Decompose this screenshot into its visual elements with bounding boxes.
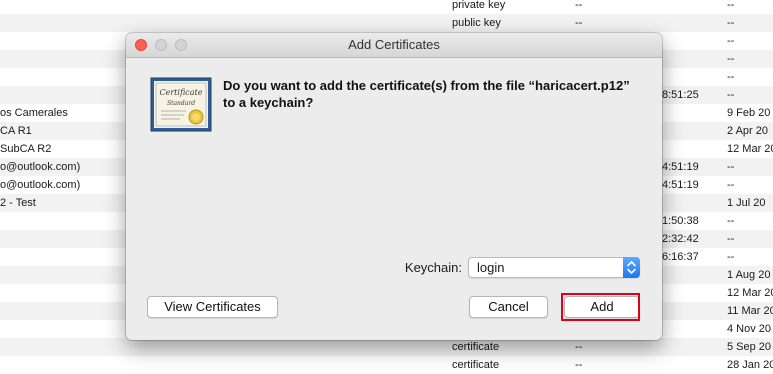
keychain-list-row[interactable]: private key -- -- xyxy=(0,0,773,14)
keychain-list-row[interactable]: public key -- -- xyxy=(0,14,773,32)
row-expires: -- xyxy=(727,161,735,173)
row-kind: public key xyxy=(452,17,501,29)
svg-text:Certificate: Certificate xyxy=(160,88,203,97)
row-time: 6:16:37 xyxy=(662,251,699,263)
row-expires: -- xyxy=(727,251,735,263)
row-name: SubCA R2 xyxy=(0,143,52,155)
row-expires: -- xyxy=(727,89,735,101)
row-expires: 12 Mar 20 xyxy=(727,287,773,299)
row-expires: -- xyxy=(727,17,735,29)
certificate-icon: Certificate Standard xyxy=(150,77,212,132)
row-expires: 9 Feb 20 xyxy=(727,107,771,119)
dialog-titlebar: Add Certificates xyxy=(126,33,662,58)
add-certificates-dialog: Add Certificates Certificate Standard Do… xyxy=(126,33,662,340)
row-expires: -- xyxy=(727,35,735,47)
keychain-selected-value: login xyxy=(477,260,505,275)
row-expires: -- xyxy=(727,233,735,245)
row-expires: 1 Aug 20 xyxy=(727,269,771,281)
row-expires: 12 Mar 20 xyxy=(727,143,773,155)
keychain-label: Keychain: xyxy=(404,260,462,275)
row-modified: -- xyxy=(575,341,583,353)
row-kind: certificate xyxy=(452,359,500,371)
row-modified: -- xyxy=(575,17,583,29)
row-name: o@outlook.com) xyxy=(0,161,81,173)
row-expires: 1 Jul 20 xyxy=(727,197,766,209)
dialog-question-text: Do you want to add the certificate(s) fr… xyxy=(223,78,630,110)
row-time: 8:51:25 xyxy=(662,89,699,101)
row-kind: certificate xyxy=(452,341,500,353)
row-time: 4:51:19 xyxy=(662,161,699,173)
row-expires: -- xyxy=(727,71,735,83)
row-expires: 2 Apr 20 xyxy=(727,125,768,137)
svg-text:Standard: Standard xyxy=(167,100,195,107)
row-expires: -- xyxy=(727,215,735,227)
view-certificates-button[interactable]: View Certificates xyxy=(147,296,278,318)
row-modified: -- xyxy=(575,0,583,11)
keychain-list-row[interactable]: certificate -- 5 Sep 20 xyxy=(0,338,773,356)
row-kind: private key xyxy=(452,0,506,11)
row-expires: -- xyxy=(727,0,735,11)
keychain-popup-button[interactable]: login xyxy=(468,257,640,278)
row-modified: -- xyxy=(575,359,583,371)
updown-chevron-icon xyxy=(623,257,640,278)
row-expires: 28 Jan 20 xyxy=(727,359,773,371)
dialog-title: Add Certificates xyxy=(348,37,440,52)
row-name: o@outlook.com) xyxy=(0,179,81,191)
row-expires: 11 Mar 20 xyxy=(727,305,773,317)
row-time: 1:50:38 xyxy=(662,215,699,227)
keychain-list-row[interactable]: certificate -- 28 Jan 20 xyxy=(0,356,773,374)
add-button-highlight xyxy=(561,293,640,321)
row-expires: 4 Nov 20 xyxy=(727,323,772,335)
row-time: 2:32:42 xyxy=(662,233,699,245)
row-name: CA R1 xyxy=(0,125,32,137)
row-expires: 5 Sep 20 xyxy=(727,341,772,353)
cancel-button[interactable]: Cancel xyxy=(469,296,548,318)
row-name: 2 - Test xyxy=(0,197,36,209)
row-expires: -- xyxy=(727,53,735,65)
row-expires: -- xyxy=(727,179,735,191)
row-name: os Camerales xyxy=(0,107,68,119)
row-time: 4:51:19 xyxy=(662,179,699,191)
